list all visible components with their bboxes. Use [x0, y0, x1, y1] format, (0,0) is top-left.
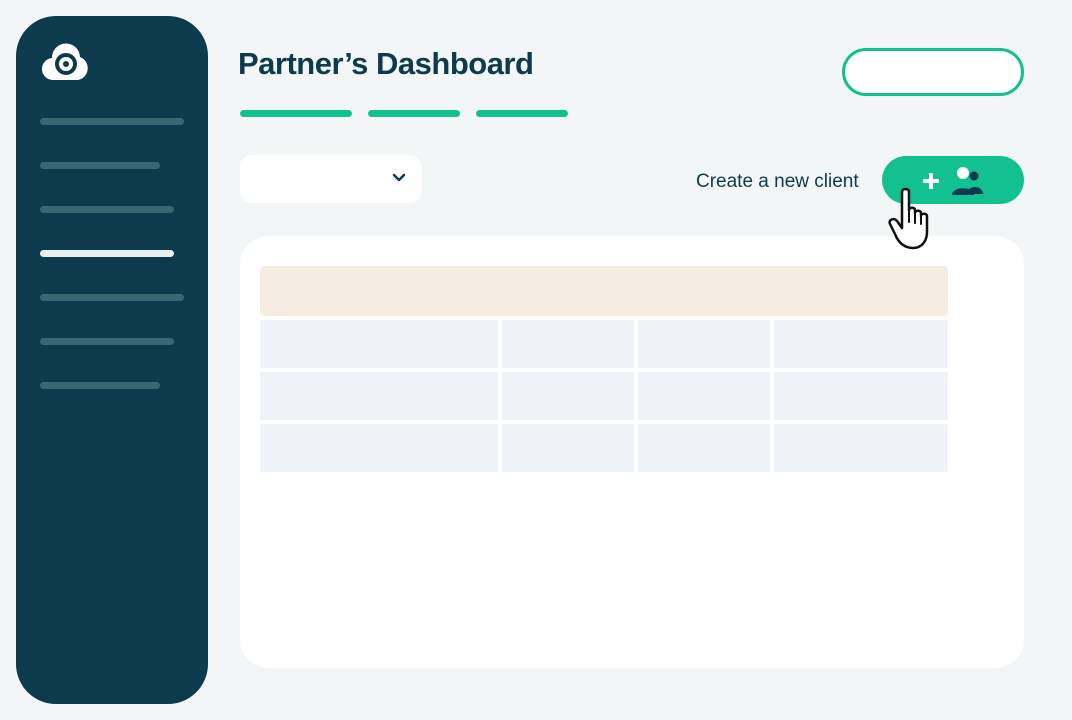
table-cell — [638, 424, 770, 472]
sidebar — [16, 16, 208, 704]
sidebar-item-1[interactable] — [40, 118, 184, 125]
table-cell — [502, 372, 634, 420]
filter-select[interactable] — [240, 155, 422, 203]
create-client-label: Create a new client — [696, 171, 859, 192]
table-cell — [260, 320, 498, 368]
tab-1[interactable] — [240, 110, 352, 117]
table-cell — [774, 424, 948, 472]
header-outline-button[interactable] — [842, 48, 1024, 96]
table-cell — [638, 372, 770, 420]
sidebar-item-3[interactable] — [40, 206, 174, 213]
logo-icon — [41, 43, 88, 81]
table-cell — [638, 320, 770, 368]
table-cell — [502, 320, 634, 368]
chevron-down-icon — [392, 173, 406, 182]
tab-3[interactable] — [476, 110, 568, 117]
table-cell — [774, 372, 948, 420]
sidebar-item-7[interactable] — [40, 382, 160, 389]
table-cell — [260, 424, 498, 472]
table-cell — [502, 424, 634, 472]
sidebar-item-5[interactable] — [40, 294, 184, 301]
table-header — [260, 266, 948, 316]
table-cell — [774, 320, 948, 368]
users-icon — [952, 167, 983, 195]
sidebar-item-2[interactable] — [40, 162, 160, 169]
sidebar-item-6[interactable] — [40, 338, 174, 345]
table-cell — [260, 372, 498, 420]
page-title: Partner’s Dashboard — [238, 46, 534, 81]
hand-pointer-icon — [888, 187, 929, 250]
tab-2[interactable] — [368, 110, 460, 117]
sidebar-item-4-active[interactable] — [40, 250, 174, 257]
